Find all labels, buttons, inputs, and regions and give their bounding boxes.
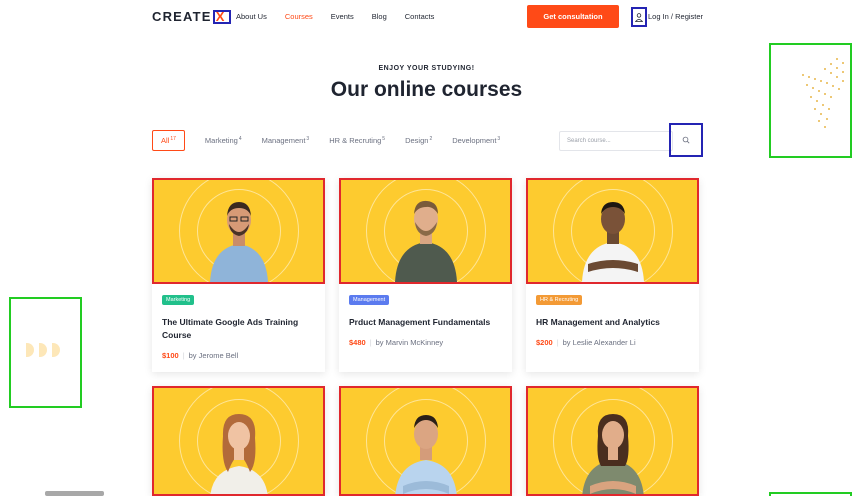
user-icon[interactable] bbox=[631, 7, 647, 27]
instructor-photo bbox=[210, 414, 267, 494]
nav-courses[interactable]: Courses bbox=[285, 12, 313, 21]
tab-marketing[interactable]: Marketing 4 bbox=[205, 136, 242, 145]
instructor-photo bbox=[394, 200, 457, 282]
course-meta: $480 | by Marvin McKinney bbox=[349, 338, 444, 347]
search-icon[interactable] bbox=[669, 123, 703, 157]
course-price: $200 bbox=[536, 338, 553, 347]
course-meta: $100 | by Jerome Bell bbox=[162, 351, 239, 360]
course-image[interactable] bbox=[339, 178, 512, 284]
category-badge[interactable]: Marketing bbox=[162, 295, 195, 305]
course-card[interactable] bbox=[152, 386, 325, 496]
get-consultation-button[interactable]: Get consultation bbox=[527, 5, 619, 28]
course-meta: $200 | by Leslie Alexander Li bbox=[536, 338, 636, 347]
decorative-box-bottom bbox=[769, 492, 852, 496]
course-image[interactable] bbox=[526, 386, 699, 496]
course-title[interactable]: The Ultimate Google Ads Training Course bbox=[162, 316, 317, 341]
decorative-dot-pattern bbox=[769, 43, 852, 158]
instructor-photo bbox=[581, 202, 644, 282]
nav-events[interactable]: Events bbox=[331, 12, 354, 21]
course-card[interactable] bbox=[526, 386, 699, 496]
page-title: Our online courses bbox=[330, 78, 523, 101]
tab-hr-recruting[interactable]: HR & Recruting 5 bbox=[329, 136, 385, 145]
tab-all[interactable]: All 17 bbox=[152, 130, 185, 151]
course-card[interactable]: HR & Recruting HR Management and Analyti… bbox=[526, 178, 699, 372]
login-register-link[interactable]: Log In / Register bbox=[648, 12, 703, 21]
instructor-photo bbox=[209, 202, 268, 282]
category-badge[interactable]: HR & Recruting bbox=[536, 295, 583, 305]
nav-about[interactable]: About Us bbox=[236, 12, 267, 21]
tab-development[interactable]: Development 3 bbox=[452, 136, 500, 145]
logo-text: CREATE bbox=[152, 9, 212, 24]
search-input[interactable]: Search course... bbox=[559, 131, 673, 151]
section-kicker: ENJOY YOUR STUDYING! bbox=[378, 65, 475, 72]
course-title[interactable]: HR Management and Analytics bbox=[536, 316, 691, 329]
course-price: $100 bbox=[162, 351, 179, 360]
course-image[interactable] bbox=[152, 178, 325, 284]
main-nav: About Us Courses Events Blog Contacts bbox=[236, 12, 434, 21]
course-author: by Leslie Alexander Li bbox=[562, 338, 636, 347]
course-image[interactable] bbox=[152, 386, 325, 496]
course-image[interactable] bbox=[339, 386, 512, 496]
course-author: by Jerome Bell bbox=[188, 351, 239, 360]
course-card[interactable]: Management Prduct Management Fundamental… bbox=[339, 178, 512, 372]
nav-blog[interactable]: Blog bbox=[372, 12, 387, 21]
tab-design[interactable]: Design 2 bbox=[405, 136, 432, 145]
top-navigation-bar: CREATE X About Us Courses Events Blog Co… bbox=[0, 0, 853, 34]
site-logo[interactable]: CREATE X bbox=[152, 9, 231, 24]
instructor-photo bbox=[581, 414, 644, 494]
nav-contacts[interactable]: Contacts bbox=[405, 12, 435, 21]
logo-mark-icon: X bbox=[212, 9, 231, 24]
decorative-chevrons bbox=[9, 297, 82, 408]
category-badge[interactable]: Management bbox=[349, 295, 390, 305]
horizontal-scrollbar[interactable] bbox=[45, 491, 104, 496]
course-card[interactable] bbox=[339, 386, 512, 496]
course-title[interactable]: Prduct Management Fundamentals bbox=[349, 316, 504, 329]
instructor-photo bbox=[394, 415, 457, 494]
course-image[interactable] bbox=[526, 178, 699, 284]
course-author: by Marvin McKinney bbox=[375, 338, 444, 347]
course-card[interactable]: Marketing The Ultimate Google Ads Traini… bbox=[152, 178, 325, 372]
course-price: $480 bbox=[349, 338, 366, 347]
tab-management[interactable]: Management 3 bbox=[262, 136, 310, 145]
course-filter-tabs: All 17 Marketing 4 Management 3 HR & Recrut… bbox=[152, 130, 500, 151]
